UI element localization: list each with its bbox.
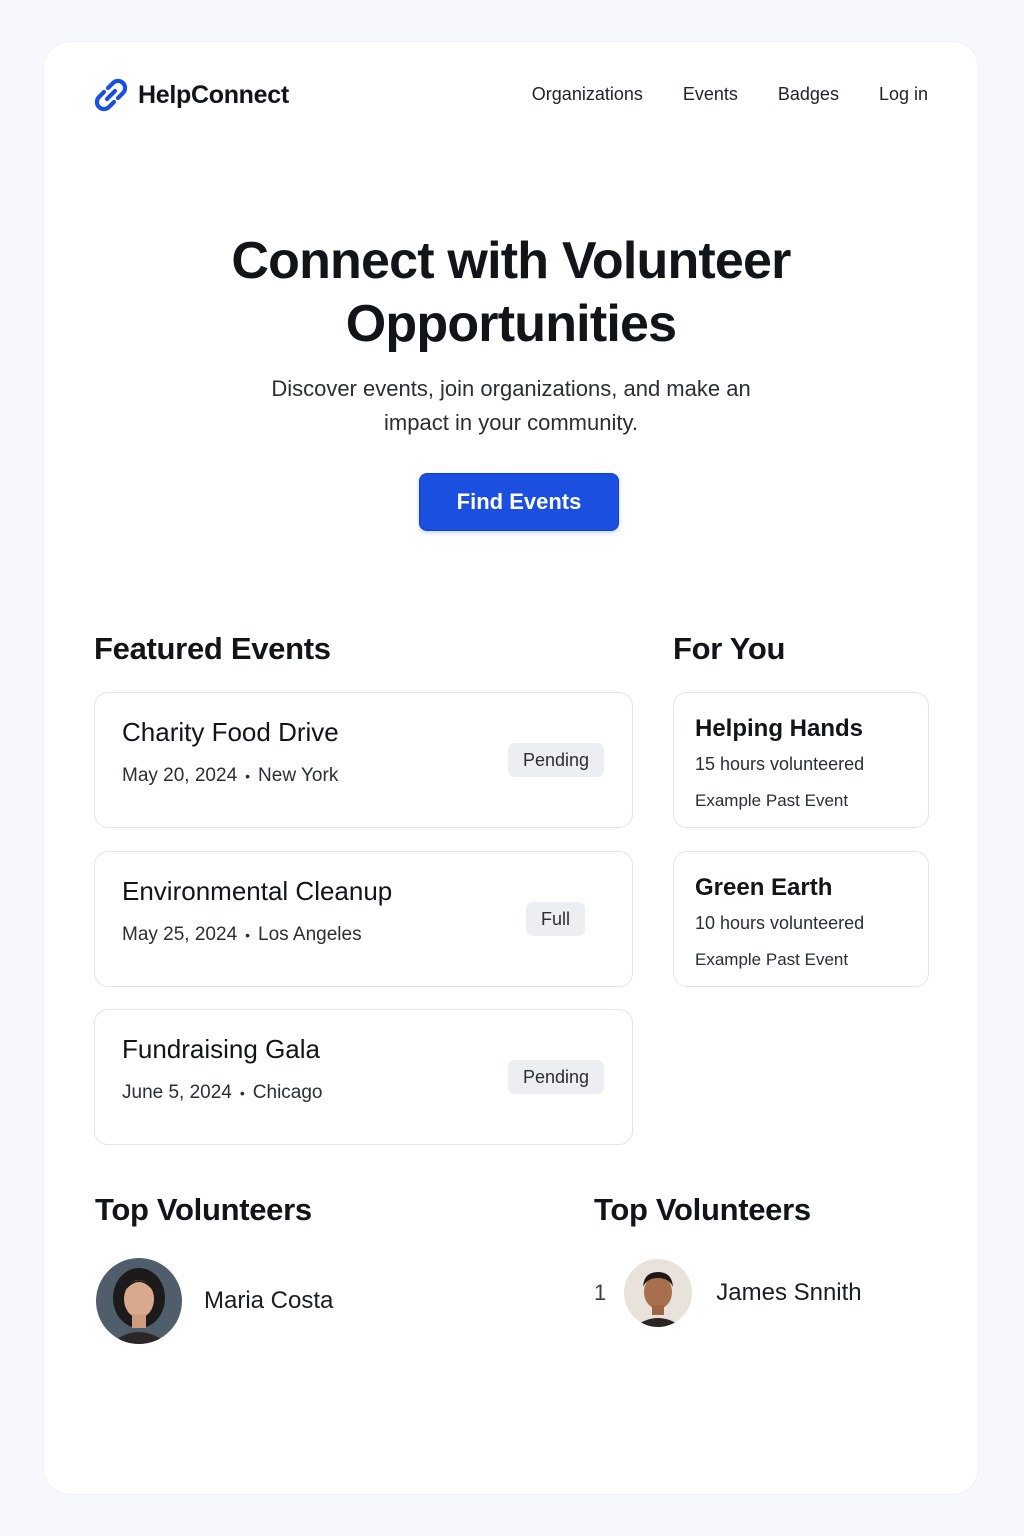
status-badge: Pending — [508, 1060, 605, 1094]
event-title: Environmental Cleanup — [122, 876, 393, 906]
event-title: Charity Food Drive — [122, 717, 339, 747]
organization-name: Helping Hands — [695, 715, 864, 742]
meta-separator: • — [239, 1085, 245, 1101]
top-nav: Organizations Events Badges Log in — [532, 84, 928, 105]
event-meta: May 25, 2024 • Los Angeles — [122, 924, 362, 946]
avatar-image — [96, 1258, 182, 1344]
event-card[interactable]: Environmental Cleanup May 25, 2024 • Los… — [94, 851, 633, 987]
volunteer-name: Maria Costa — [204, 1287, 334, 1314]
volunteer-rank: 1 — [594, 1280, 607, 1305]
event-date: May 25, 2024 — [122, 924, 238, 945]
event-meta: June 5, 2024 • Chicago — [122, 1082, 323, 1104]
past-event: Example Past Event — [695, 950, 849, 969]
find-events-button[interactable]: Find Events — [419, 473, 619, 531]
hero-subtitle: Discover events, join organizations, and… — [271, 376, 751, 435]
event-location: Chicago — [252, 1082, 323, 1103]
meta-separator: • — [245, 768, 251, 784]
nav-badges[interactable]: Badges — [778, 84, 839, 105]
organization-name: Green Earth — [695, 874, 833, 901]
hours-volunteered: 10 hours volunteered — [695, 913, 865, 933]
hours-volunteered: 15 hours volunteered — [695, 754, 865, 774]
event-date: June 5, 2024 — [122, 1082, 232, 1103]
nav-events[interactable]: Events — [683, 84, 738, 105]
event-location: Los Angeles — [258, 924, 362, 945]
status-badge: Pending — [508, 743, 605, 777]
avatar — [96, 1258, 182, 1344]
avatar — [624, 1259, 693, 1327]
volunteer-name: James Snnith — [716, 1279, 862, 1306]
brand-logo[interactable]: HelpConnect — [94, 78, 289, 112]
avatar-image — [624, 1259, 693, 1327]
meta-separator: • — [245, 927, 251, 943]
page-container: HelpConnect Organizations Events Badges … — [44, 42, 978, 1494]
event-meta: May 20, 2024 • New York — [122, 765, 338, 787]
for-you-card[interactable]: Green Earth 10 hours volunteered Example… — [673, 851, 929, 987]
for-you-heading: For You — [673, 631, 786, 666]
event-location: New York — [258, 765, 339, 786]
past-event: Example Past Event — [695, 791, 849, 810]
top-volunteers-heading: Top Volunteers — [95, 1192, 312, 1227]
event-card[interactable]: Fundraising Gala June 5, 2024 • Chicago … — [94, 1009, 633, 1145]
status-badge: Full — [526, 902, 586, 936]
event-date: May 20, 2024 — [122, 765, 238, 786]
volunteer-row[interactable]: 1 James Snnith — [594, 1259, 862, 1327]
top-volunteers-heading: Top Volunteers — [594, 1192, 811, 1227]
volunteer-row[interactable]: Maria Costa — [96, 1258, 333, 1344]
featured-events-heading: Featured Events — [94, 631, 331, 666]
hero-title: Connect with Volunteer Opportunities — [231, 232, 791, 353]
nav-organizations[interactable]: Organizations — [532, 84, 643, 105]
link-icon — [94, 78, 128, 112]
event-title: Fundraising Gala — [122, 1034, 320, 1064]
brand-name: HelpConnect — [138, 80, 289, 109]
for-you-card[interactable]: Helping Hands 15 hours volunteered Examp… — [673, 692, 929, 828]
nav-login[interactable]: Log in — [879, 84, 928, 105]
event-card[interactable]: Charity Food Drive May 20, 2024 • New Yo… — [94, 692, 633, 828]
